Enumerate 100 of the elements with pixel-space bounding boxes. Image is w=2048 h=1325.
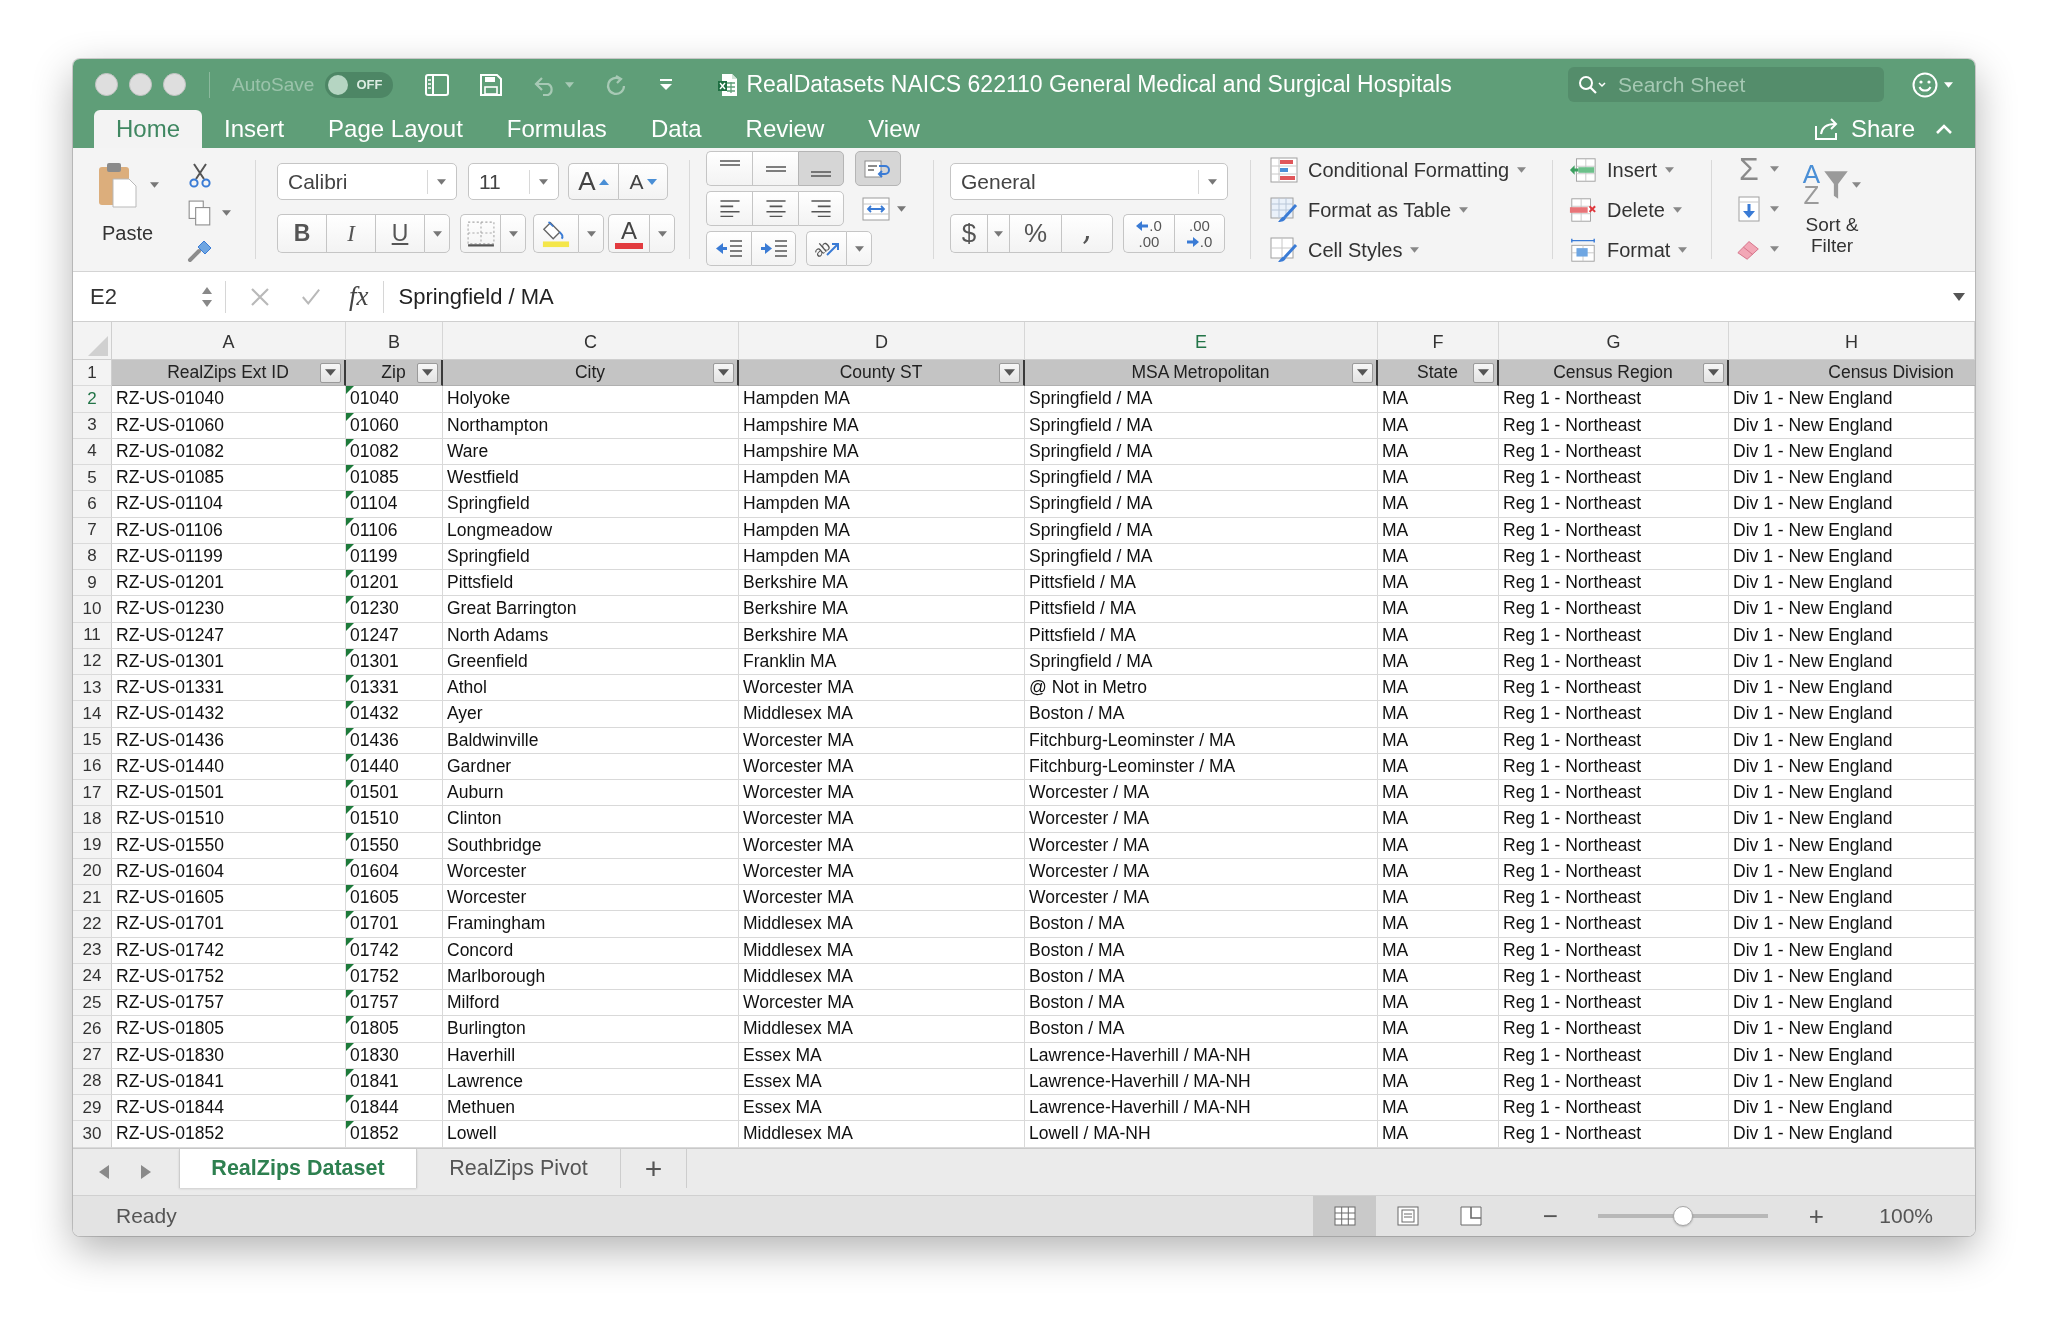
sidebar-icon[interactable] — [425, 73, 450, 96]
percent-button[interactable]: % — [1009, 214, 1061, 253]
cell-styles-button[interactable]: Cell Styles — [1270, 230, 1534, 270]
font-size-dropdown[interactable]: 11 — [468, 163, 559, 200]
ribbon-tab[interactable]: Home — [94, 110, 203, 148]
close-button[interactable] — [95, 73, 118, 96]
table-cell: Worcester — [443, 885, 739, 912]
slider-thumb[interactable] — [1673, 1206, 1694, 1226]
underline-button[interactable]: U — [375, 214, 424, 253]
font-color-swatch-icon — [615, 242, 643, 249]
conditional-formatting-button[interactable]: Conditional Formatting — [1270, 150, 1534, 190]
bold-button[interactable]: B — [277, 214, 326, 253]
underline-options-button[interactable] — [424, 214, 450, 253]
row-number: 9 — [73, 570, 112, 597]
wrap-text-button[interactable] — [855, 151, 901, 186]
fill-color-button[interactable] — [533, 214, 578, 253]
collapse-ribbon-icon[interactable] — [1935, 123, 1953, 135]
smiley-icon[interactable] — [1912, 71, 1938, 98]
sort-filter-button[interactable]: A Z Sort & Filter — [1791, 148, 1873, 271]
grow-font-button[interactable]: A — [568, 163, 618, 200]
table-cell: Reg 1 - Northeast — [1499, 858, 1729, 885]
align-right-button[interactable] — [798, 191, 844, 226]
align-left-icon — [719, 200, 740, 217]
zoom-in-button[interactable]: + — [1799, 1196, 1834, 1236]
previous-sheet-icon[interactable] — [99, 1165, 109, 1179]
borders-button[interactable] — [460, 214, 500, 253]
formula-field[interactable]: Springfield / MA — [398, 283, 1953, 310]
font-name-dropdown[interactable]: Calibri — [277, 163, 457, 200]
expand-formula-bar-icon[interactable] — [1953, 292, 1965, 301]
table-cell: Lowell / MA-NH — [1025, 1121, 1378, 1148]
filter-button[interactable] — [1703, 362, 1724, 383]
table-cell: Reg 1 - Northeast — [1499, 753, 1729, 780]
fill-color-options-button[interactable] — [578, 214, 604, 253]
merge-cells-icon[interactable] — [861, 195, 891, 222]
sheet-tab[interactable]: RealZips Dataset — [179, 1149, 417, 1188]
table-cell: Reg 1 - Northeast — [1499, 596, 1729, 623]
filter-button[interactable] — [999, 362, 1020, 383]
align-top-button[interactable] — [706, 151, 752, 186]
table-cell: Div 1 - New England — [1729, 622, 1975, 649]
orientation-options-button[interactable] — [846, 231, 872, 266]
align-center-button[interactable] — [752, 191, 798, 226]
currency-button[interactable]: $ — [950, 214, 987, 253]
table-cell: Worcester / MA — [1025, 832, 1378, 859]
align-bottom-button[interactable] — [798, 151, 844, 186]
table-cell: Div 1 - New England — [1729, 832, 1975, 859]
zoom-button[interactable] — [163, 73, 186, 96]
customize-toolbar-icon[interactable] — [658, 78, 675, 91]
orientation-button[interactable]: ab — [806, 231, 846, 266]
zoom-out-button[interactable]: − — [1533, 1196, 1568, 1236]
format-painter-icon[interactable] — [187, 238, 213, 264]
table-cell: Ayer — [443, 701, 739, 728]
insert-cells-button[interactable]: Insert — [1569, 150, 1693, 190]
filter-button[interactable] — [320, 362, 341, 383]
decrease-decimal-button[interactable]: .00 .0 — [1174, 214, 1225, 253]
column-header: MSA Metropolitan — [1130, 362, 1271, 384]
font-color-options-button[interactable] — [649, 214, 675, 253]
comma-style-button[interactable]: , — [1061, 214, 1113, 253]
increase-indent-button[interactable] — [751, 231, 796, 266]
minimize-button[interactable] — [129, 73, 152, 96]
align-middle-button[interactable] — [752, 151, 798, 186]
sheet-tab[interactable]: RealZips Pivot — [417, 1149, 621, 1188]
caret-icon — [1665, 167, 1675, 173]
borders-options-button[interactable] — [500, 214, 526, 253]
filter-button[interactable] — [1352, 362, 1373, 383]
currency-options-button[interactable] — [987, 214, 1009, 253]
delete-cells-button[interactable]: Delete — [1569, 190, 1693, 230]
next-sheet-icon[interactable] — [141, 1165, 151, 1179]
table-cell: Springfield / MA — [1025, 438, 1378, 465]
add-sheet-button[interactable]: + — [621, 1149, 687, 1188]
save-icon[interactable] — [479, 73, 504, 96]
table-cell: Div 1 - New England — [1729, 1042, 1975, 1069]
align-left-button[interactable] — [706, 191, 752, 226]
normal-view-button[interactable] — [1313, 1196, 1377, 1236]
copy-icon[interactable] — [187, 200, 213, 226]
insert-function-button[interactable]: fx — [349, 281, 369, 312]
name-box[interactable]: E2 — [73, 272, 225, 321]
filter-button[interactable] — [1473, 362, 1494, 383]
shrink-font-button[interactable]: A — [618, 163, 668, 200]
paste-button[interactable]: Paste — [98, 162, 170, 245]
format-as-table-button[interactable]: Format as Table — [1270, 190, 1534, 230]
table-cell: Reg 1 - Northeast — [1499, 517, 1729, 544]
scissors-icon[interactable] — [187, 162, 213, 188]
filter-button[interactable] — [713, 362, 734, 383]
row-number: 10 — [73, 596, 112, 623]
row-number: 15 — [73, 727, 112, 754]
cell-value: 01199 — [350, 545, 398, 567]
table-cell: Greenfield — [443, 648, 739, 675]
italic-button[interactable]: I — [326, 214, 375, 253]
row-number: 5 — [73, 465, 112, 492]
number-format-dropdown[interactable]: General — [950, 163, 1228, 200]
increase-decimal-button[interactable]: .0 .00 — [1123, 214, 1174, 253]
page-icon — [1396, 1206, 1419, 1226]
table-cell: RZ-US-01060 — [112, 412, 346, 439]
search-field[interactable]: Search Sheet — [1568, 67, 1884, 102]
filter-button[interactable] — [417, 362, 438, 383]
table-cell: MA — [1378, 753, 1499, 780]
align-center-icon — [765, 200, 786, 217]
format-cells-button[interactable]: Format — [1569, 230, 1693, 270]
decrease-indent-button[interactable] — [706, 231, 751, 266]
font-color-button[interactable]: A — [608, 214, 649, 253]
